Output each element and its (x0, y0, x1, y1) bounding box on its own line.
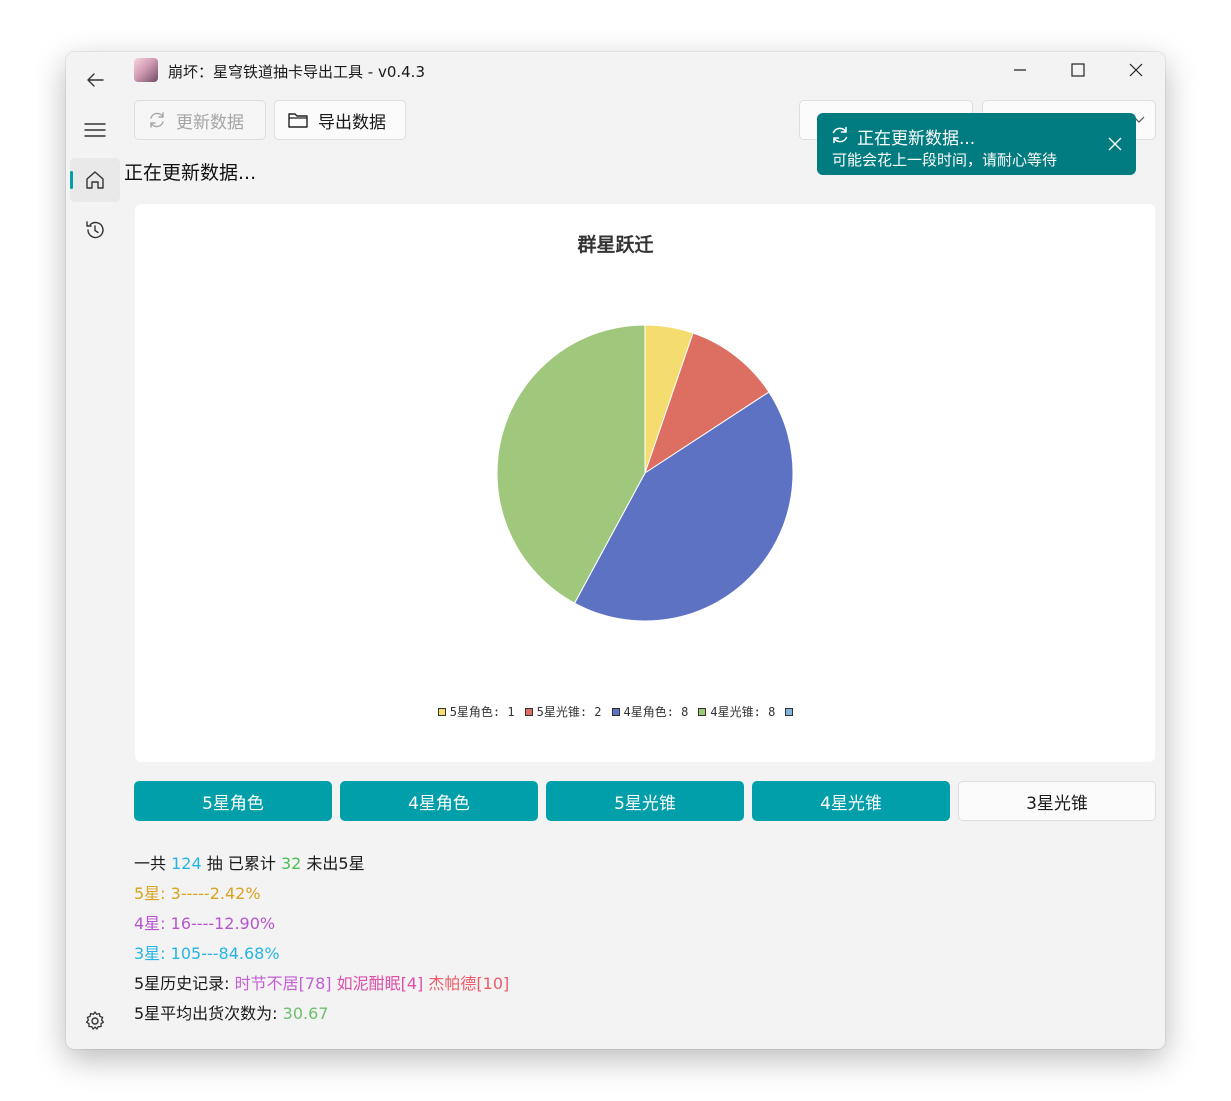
legend-item-0[interactable]: 5星角色: 1 (437, 703, 515, 720)
refresh-icon (832, 126, 848, 144)
legend-label: 4星光锥: 8 (710, 705, 776, 719)
legend-item-4[interactable] (785, 703, 794, 720)
tab-3star-lightcone[interactable]: 3星光锥 (958, 781, 1156, 821)
tab-label: 4星光锥 (820, 793, 882, 814)
total-count: 124 (171, 854, 202, 873)
history-entry: 如泥酣眠[4] (336, 974, 424, 993)
status-text: 正在更新数据... (124, 162, 257, 184)
settings-button[interactable] (70, 999, 120, 1043)
legend-swatch (698, 707, 707, 716)
total-middle: 抽 已累计 (206, 854, 276, 873)
title-bar[interactable]: 崩坏：星穹铁道抽卡导出工具 - v0.4.3 (124, 52, 1165, 90)
history-entry: 杰帕德[10] (428, 974, 510, 993)
legend-item-1[interactable]: 5星光锥: 2 (524, 703, 602, 720)
five-star-rate: 5星: 3-----2.42% (134, 884, 261, 903)
folder-icon (288, 113, 308, 128)
back-arrow-icon (87, 73, 104, 87)
export-data-button[interactable]: 导出数据 (274, 100, 406, 140)
minimize-button[interactable] (991, 52, 1049, 88)
app-window: 崩坏：星穹铁道抽卡导出工具 - v0.4.3 更新数据 导出数据 正在更新数据.… (66, 52, 1165, 1049)
tab-label: 5星角色 (202, 793, 264, 814)
chart-card (135, 204, 1155, 762)
tab-4star-character[interactable]: 4星角色 (340, 781, 538, 821)
tab-label: 5星光锥 (614, 793, 676, 814)
history-entry: 时节不居[78] (234, 974, 332, 993)
close-window-button[interactable] (1107, 52, 1165, 88)
update-data-button[interactable]: 更新数据 (134, 100, 266, 140)
back-button[interactable] (70, 58, 120, 102)
close-icon (1129, 63, 1143, 77)
tab-label: 4星角色 (408, 793, 470, 814)
app-logo-icon (134, 58, 158, 82)
three-star-rate: 3星: 105---84.68% (134, 944, 280, 963)
legend-swatch (524, 707, 533, 716)
history-entries: 时节不居[78] 如泥酣眠[4] 杰帕德[10] (235, 974, 510, 993)
nav-item-home[interactable] (70, 158, 120, 202)
legend-label: 5星光锥: 2 (536, 705, 602, 719)
gear-icon (85, 1011, 105, 1030)
toast-close-button[interactable] (1104, 133, 1126, 155)
total-prefix: 一共 (134, 854, 167, 873)
toast-message: 可能会花上一段时间，请耐心等待 (832, 151, 1058, 169)
tab-5star-lightcone[interactable]: 5星光锥 (546, 781, 744, 821)
legend-item-3[interactable]: 4星光锥: 8 (698, 703, 775, 720)
export-data-label: 导出数据 (318, 112, 386, 133)
maximize-button[interactable] (1049, 52, 1107, 88)
average-label: 5星平均出货次数为: (134, 1004, 283, 1023)
legend-swatch (611, 707, 620, 716)
update-data-label: 更新数据 (176, 112, 244, 133)
history-label: 5星历史记录: (134, 974, 235, 993)
close-icon (1108, 137, 1122, 151)
tab-label: 3星光锥 (1026, 793, 1088, 814)
navigation-rail (66, 52, 124, 1049)
refresh-icon (150, 112, 164, 128)
pity-suffix: 未出5星 (306, 854, 365, 873)
window-title: 崩坏：星穹铁道抽卡导出工具 - v0.4.3 (168, 63, 425, 81)
home-icon (86, 171, 104, 189)
maximize-icon (1071, 63, 1085, 77)
average-value: 30.67 (282, 1004, 329, 1023)
pity-count: 32 (280, 854, 302, 873)
hamburger-menu-icon (84, 123, 106, 137)
legend-item-2[interactable]: 4星角色: 8 (611, 703, 689, 720)
updating-toast: 正在更新数据... 可能会花上一段时间，请耐心等待 (817, 113, 1136, 175)
five-star-history: 5星历史记录: 时节不居[78] 如泥酣眠[4] 杰帕德[10] (134, 970, 509, 994)
total-pulls-line: 一共 124 抽 已累计 32 未出5星 (134, 850, 365, 874)
tab-5star-character[interactable]: 5星角色 (134, 781, 332, 821)
legend-label: 5星角色: 1 (449, 705, 515, 719)
legend-swatch (437, 707, 446, 716)
menu-button[interactable] (70, 108, 120, 152)
average-pulls-line: 5星平均出货次数为: 30.67 (134, 1000, 328, 1024)
toast-title: 正在更新数据... (857, 129, 976, 149)
chart-legend: 5星角色: 1 5星光锥: 2 4星角色: 8 4星光锥: 8 (66, 703, 1165, 720)
minimize-icon (1014, 69, 1026, 71)
tab-4star-lightcone[interactable]: 4星光锥 (752, 781, 950, 821)
legend-label: 4星角色: 8 (623, 705, 689, 719)
legend-swatch (785, 707, 794, 716)
chart-title: 群星跃迁 (577, 234, 654, 256)
four-star-rate: 4星: 16----12.90% (134, 914, 276, 933)
